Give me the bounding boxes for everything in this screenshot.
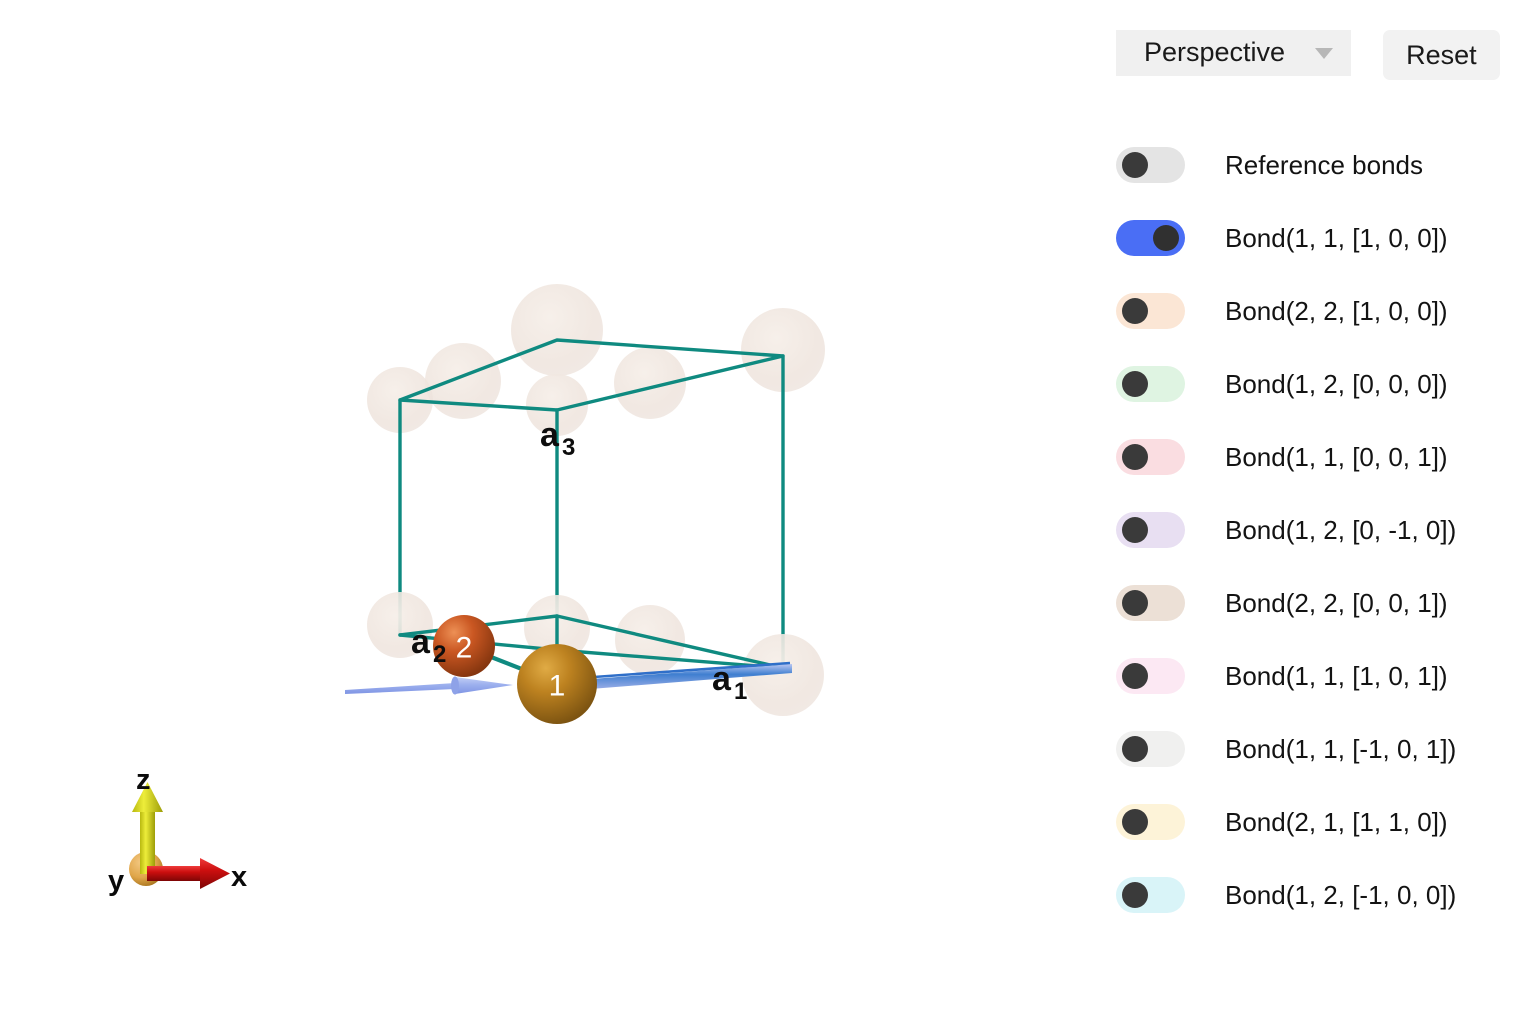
bond-toggle-label: Bond(2, 1, [1, 1, 0]) — [1225, 806, 1448, 837]
bond-toggle-label: Bond(1, 2, [0, 0, 0]) — [1225, 368, 1448, 399]
bond-toggle-label: Bond(1, 1, [1, 0, 1]) — [1225, 660, 1448, 691]
z-axis-label: z — [136, 764, 151, 796]
x-axis-label: x — [231, 861, 247, 893]
atom-index-label: 2 — [456, 632, 473, 665]
structure-viewer-canvas[interactable]: 2 1 a 1 a 2 a 3 z x y — [0, 0, 1090, 1024]
toggle-switch[interactable] — [1116, 730, 1185, 767]
bond-toggle-label: Bond(2, 2, [0, 0, 1]) — [1225, 587, 1448, 618]
a1-subscript: 1 — [734, 678, 747, 705]
bond-toggle-label: Bond(2, 2, [1, 0, 0]) — [1225, 295, 1448, 326]
highlighted-bond-arrow-in — [345, 676, 513, 695]
control-panel: Perspective Reset Reference bonds Bond(1,… — [1090, 0, 1536, 1024]
structure-svg[interactable]: 2 1 a 1 a 2 a 3 z x y — [0, 0, 1090, 1024]
a3-base: a — [540, 416, 560, 454]
a2-subscript: 2 — [433, 641, 446, 668]
toggle-switch[interactable] — [1116, 657, 1185, 694]
toggle-knob[interactable] — [1122, 662, 1148, 689]
bond-toggle-row[interactable]: Bond(1, 1, [1, 0, 1]) — [1090, 639, 1536, 712]
bond-toggle-row[interactable]: Bond(1, 2, [0, 0, 0]) — [1090, 347, 1536, 420]
atom-1[interactable]: 1 — [517, 644, 597, 724]
bond-toggle-row[interactable]: Bond(2, 2, [1, 0, 0]) — [1090, 274, 1536, 347]
bond-toggle-label: Bond(1, 1, [1, 0, 0]) — [1225, 222, 1448, 253]
toggle-switch[interactable] — [1116, 876, 1185, 913]
bond-toggle-label: Bond(1, 1, [-1, 0, 1]) — [1225, 733, 1457, 764]
toggle-knob[interactable] — [1122, 370, 1148, 397]
toggle-knob[interactable] — [1122, 881, 1148, 908]
toggle-knob[interactable] — [1122, 808, 1148, 835]
bond-arrow-cap — [451, 676, 459, 695]
bond-toggle-row[interactable]: Bond(1, 2, [0, -1, 0]) — [1090, 493, 1536, 566]
a2-base: a — [411, 623, 431, 661]
axis-orientation-gizmo: z x y — [108, 764, 247, 897]
ghost-atom-group — [367, 284, 825, 436]
bond-toggle-label: Bond(1, 2, [-1, 0, 0]) — [1225, 879, 1457, 910]
bond-toggle-row[interactable]: Bond(1, 1, [0, 0, 1]) — [1090, 420, 1536, 493]
reset-button[interactable]: Reset — [1383, 30, 1500, 80]
chevron-down-icon — [1315, 48, 1334, 59]
toggle-switch[interactable] — [1116, 365, 1185, 402]
toggle-switch[interactable] — [1116, 292, 1185, 329]
toggle-knob[interactable] — [1122, 151, 1148, 178]
a3-subscript: 3 — [562, 434, 575, 461]
projection-select[interactable]: Perspective — [1116, 30, 1352, 76]
toggle-switch[interactable] — [1116, 219, 1185, 256]
toggle-knob[interactable] — [1122, 735, 1148, 762]
bond-toggle-row[interactable]: Bond(2, 2, [0, 0, 1]) — [1090, 566, 1536, 639]
bond-toggle-row[interactable]: Bond(1, 1, [-1, 0, 1]) — [1090, 712, 1536, 785]
bond-arrow-shape — [345, 677, 513, 694]
y-axis-label: y — [108, 865, 124, 897]
projection-select-value: Perspective — [1144, 36, 1286, 67]
ghost-atom — [615, 605, 685, 675]
bond-toggle-label: Reference bonds — [1225, 149, 1424, 180]
bond-toggle-label: Bond(1, 2, [0, -1, 0]) — [1225, 514, 1457, 545]
ghost-atom — [511, 284, 603, 376]
x-axis-head — [200, 858, 230, 889]
toggle-switch[interactable] — [1116, 511, 1185, 548]
a1-base: a — [712, 660, 732, 698]
atom-index-label: 1 — [549, 670, 566, 703]
toggle-knob[interactable] — [1122, 589, 1148, 616]
toggle-knob[interactable] — [1122, 443, 1148, 470]
bond-toggle-row[interactable]: Bond(1, 2, [-1, 0, 0]) — [1090, 858, 1536, 931]
bond-toggle-row[interactable]: Bond(1, 1, [1, 0, 0]) — [1090, 201, 1536, 274]
toggle-knob[interactable] — [1153, 224, 1179, 251]
panel-toolbar: Perspective Reset — [1116, 30, 1500, 80]
toggle-switch[interactable] — [1116, 438, 1185, 475]
toggle-knob[interactable] — [1122, 297, 1148, 324]
bond-toggle-row[interactable]: Bond(2, 1, [1, 1, 0]) — [1090, 785, 1536, 858]
ghost-atom — [425, 343, 501, 419]
bond-toggle-label: Bond(1, 1, [0, 0, 1]) — [1225, 441, 1448, 472]
toggle-switch[interactable] — [1116, 146, 1185, 183]
toggle-knob[interactable] — [1122, 516, 1148, 543]
toggle-switch[interactable] — [1116, 803, 1185, 840]
toggle-switch[interactable] — [1116, 584, 1185, 621]
bond-toggle-list: Reference bonds Bond(1, 1, [1, 0, 0]) Bond… — [1090, 128, 1536, 931]
bond-toggle-row[interactable]: Reference bonds — [1090, 128, 1536, 201]
